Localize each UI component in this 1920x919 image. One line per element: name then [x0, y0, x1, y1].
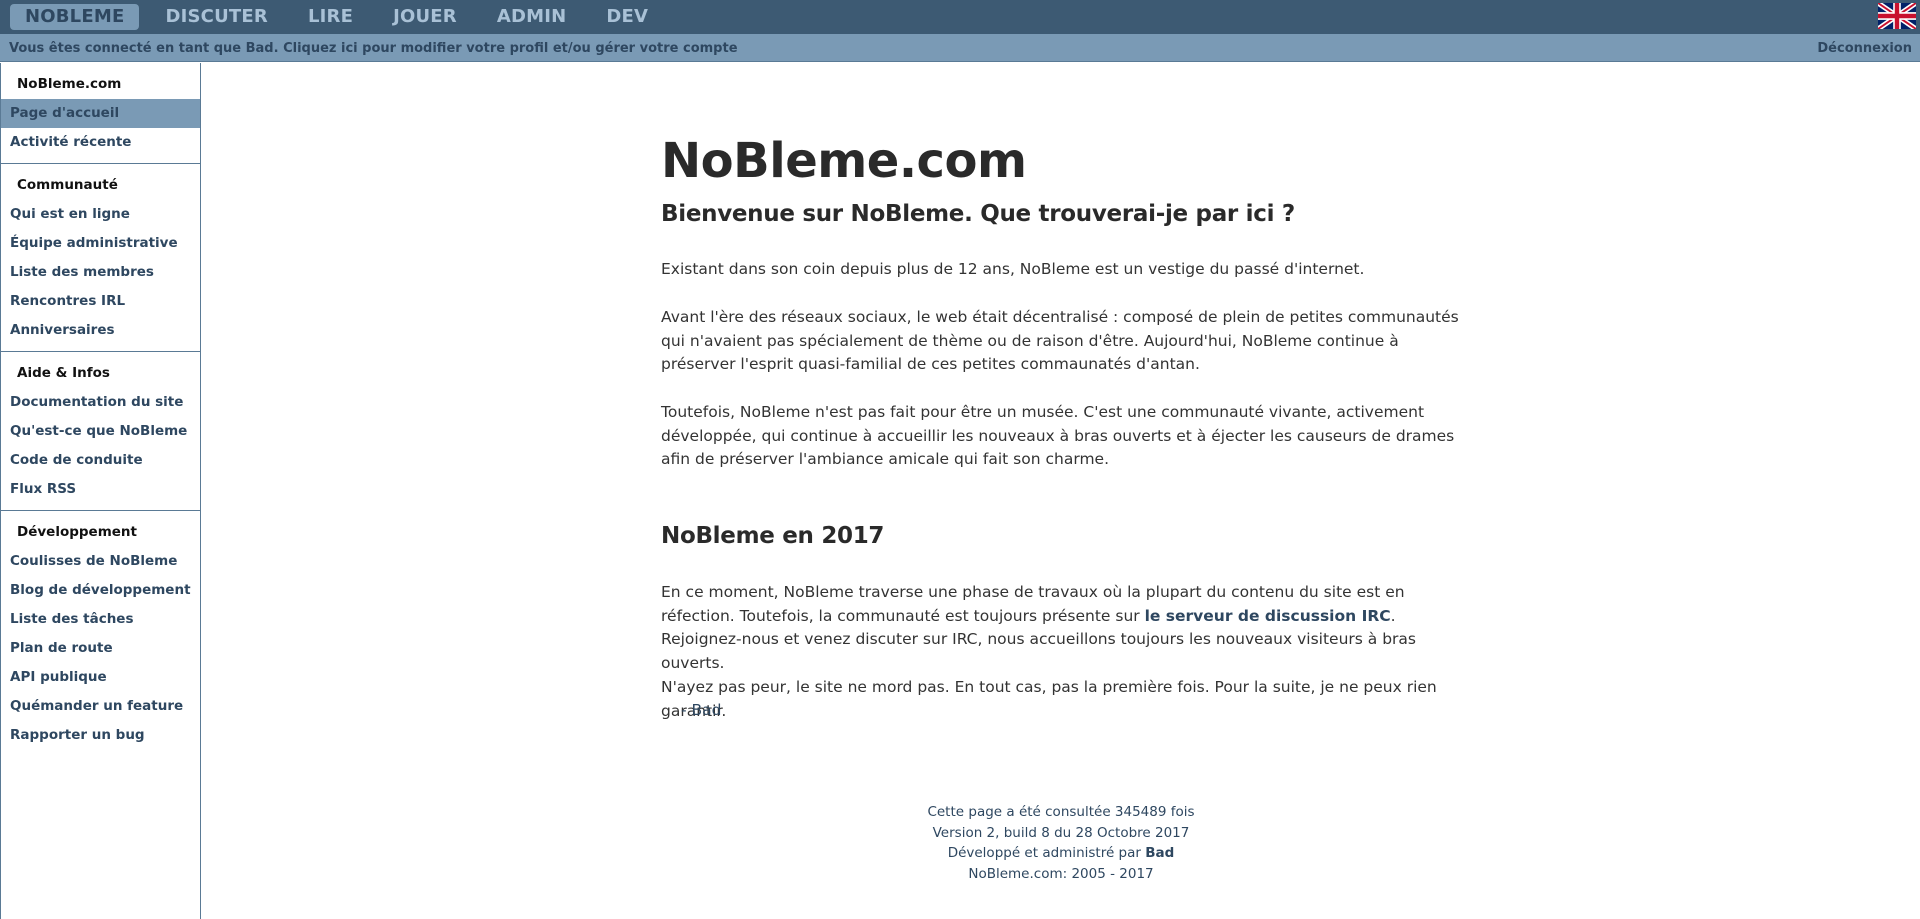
nav-item-jouer[interactable]: JOUER [379, 3, 471, 31]
sidebar: NoBleme.com Page d'accueil Activité réce… [0, 63, 201, 919]
sidebar-section-communaute: Communauté Qui est en ligne Équipe admin… [1, 164, 200, 352]
sidebar-section-nobleme: NoBleme.com Page d'accueil Activité réce… [1, 63, 200, 164]
account-status-bar: Vous êtes connecté en tant que Bad. Cliq… [0, 34, 1920, 62]
sidebar-heading: NoBleme.com [17, 76, 122, 92]
logout-link[interactable]: Déconnexion [1817, 41, 1912, 56]
footer-developer-link[interactable]: Bad [1145, 845, 1174, 861]
section-title-2017: NoBleme en 2017 [661, 523, 885, 549]
nav-item-admin[interactable]: ADMIN [483, 3, 581, 31]
sidebar-item-page-accueil[interactable]: Page d'accueil [1, 99, 200, 128]
sidebar-item-qui-est-en-ligne[interactable]: Qui est en ligne [1, 200, 200, 229]
footer-copyright: NoBleme.com: 2005 - 2017 [968, 865, 1154, 882]
sidebar-heading: Aide & Infos [17, 365, 110, 381]
sidebar-item-liste-des-membres[interactable]: Liste des membres [1, 258, 200, 287]
sidebar-item-equipe-administrative[interactable]: Équipe administrative [1, 229, 200, 258]
page-footer: Cette page a été consultée 345489 fois V… [861, 802, 1261, 884]
nav-item-nobleme[interactable]: NOBLEME [10, 4, 140, 30]
top-navbar: NOBLEME DISCUTER LIRE JOUER ADMIN DEV [0, 0, 1920, 34]
irc-server-link[interactable]: le serveur de discussion IRC [1145, 607, 1391, 625]
sidebar-section-developpement: Développement Coulisses de NoBleme Blog … [1, 511, 200, 756]
history-paragraph: Avant l'ère des réseaux sociaux, le web … [661, 308, 1459, 373]
sidebar-item-quest-ce-que-nobleme[interactable]: Qu'est-ce que NoBleme [1, 417, 200, 446]
nav-item-discuter[interactable]: DISCUTER [151, 3, 281, 31]
account-status-link[interactable]: Vous êtes connecté en tant que Bad. Cliq… [9, 41, 738, 56]
sidebar-item-rencontres-irl[interactable]: Rencontres IRL [1, 287, 200, 316]
page-subtitle: Bienvenue sur NoBleme. Que trouverai-je … [661, 201, 1295, 227]
sidebar-item-liste-des-taches[interactable]: Liste des tâches [1, 605, 200, 634]
sidebar-item-code-de-conduite[interactable]: Code de conduite [1, 446, 200, 475]
irc-paragraph: En ce moment, NoBleme traverse une phase… [661, 581, 1461, 675]
sidebar-item-api-publique[interactable]: API publique [1, 663, 200, 692]
nav-item-lire[interactable]: LIRE [294, 3, 367, 31]
sidebar-heading: Développement [17, 524, 137, 540]
nav-item-dev[interactable]: DEV [592, 3, 662, 31]
footer-view-count: Cette page a été consultée 345489 fois [927, 804, 1195, 820]
page-title: NoBleme.com [661, 133, 1027, 189]
sidebar-item-rapporter-bug[interactable]: Rapporter un bug [1, 721, 200, 750]
signature-link[interactable]: - Bad [681, 701, 722, 719]
footer-developer: Développé et administré par Bad [861, 843, 1261, 864]
community-paragraph: Toutefois, NoBleme n'est pas fait pour ê… [661, 403, 1455, 468]
sidebar-item-activite-recente[interactable]: Activité récente [1, 128, 200, 157]
uk-flag-icon[interactable] [1878, 3, 1916, 29]
intro-paragraph: Existant dans son coin depuis plus de 12… [661, 260, 1365, 278]
sidebar-item-flux-rss[interactable]: Flux RSS [1, 475, 200, 504]
sidebar-item-plan-de-route[interactable]: Plan de route [1, 634, 200, 663]
sidebar-item-blog-developpement[interactable]: Blog de développement [1, 576, 200, 605]
sidebar-item-anniversaires[interactable]: Anniversaires [1, 316, 200, 345]
sidebar-section-aide-infos: Aide & Infos Documentation du site Qu'es… [1, 352, 200, 511]
sidebar-item-coulisses[interactable]: Coulisses de NoBleme [1, 547, 200, 576]
sidebar-item-documentation[interactable]: Documentation du site [1, 388, 200, 417]
closing-paragraph: N'ayez pas peur, le site ne mord pas. En… [661, 678, 1437, 720]
footer-developer-prefix: Développé et administré par [947, 845, 1146, 861]
footer-version: Version 2, build 8 du 28 Octobre 2017 [932, 824, 1190, 841]
sidebar-heading: Communauté [17, 177, 118, 193]
sidebar-item-quemander-feature[interactable]: Quémander un feature [1, 692, 200, 721]
